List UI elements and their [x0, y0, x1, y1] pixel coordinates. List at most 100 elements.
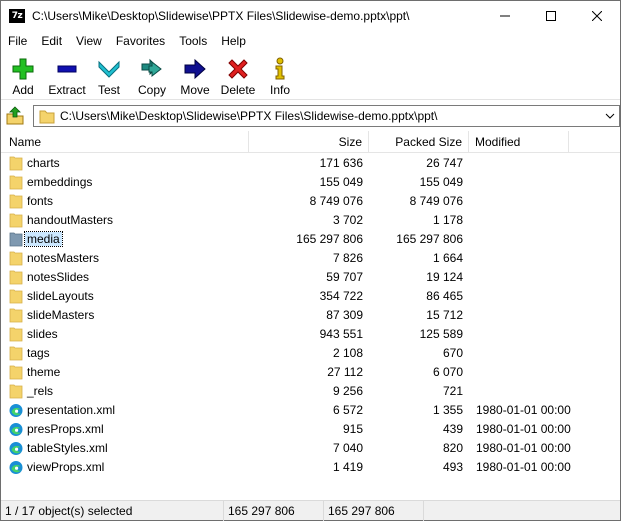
file-name: theme: [27, 365, 61, 379]
cell-size: 2 108: [332, 346, 363, 360]
folder-icon: [9, 289, 23, 304]
column-size[interactable]: Size: [249, 131, 369, 153]
maximize-button[interactable]: [528, 1, 574, 31]
info-button[interactable]: Info: [266, 55, 294, 99]
status-selection: 1 / 17 object(s) selected: [1, 501, 224, 521]
cell-packed-size: 15 712: [426, 308, 463, 322]
file-list[interactable]: Name Size Packed Size Modified charts 171…: [1, 131, 620, 498]
folder-icon: [9, 384, 23, 399]
cell-size: 3 702: [332, 213, 363, 227]
menu-file[interactable]: File: [1, 31, 34, 51]
column-modified[interactable]: Modified: [469, 131, 569, 153]
menu-edit[interactable]: Edit: [34, 31, 69, 51]
add-button[interactable]: Add: [7, 55, 39, 99]
table-row[interactable]: media 165 297 806 165 297 806: [1, 230, 620, 249]
folder-icon: [9, 346, 23, 361]
table-row[interactable]: tags 2 108 670: [1, 344, 620, 363]
cell-name: tableStyles.xml: [25, 439, 245, 458]
cell-size: 59 707: [326, 270, 363, 284]
cell-name: theme: [25, 363, 245, 382]
cell-size: 9 256: [332, 384, 363, 398]
table-row[interactable]: notesSlides 59 707 19 124: [1, 268, 620, 287]
edge-browser-icon: [9, 404, 23, 417]
check-chevron-icon: [98, 60, 120, 78]
column-packed-size[interactable]: Packed Size: [369, 131, 469, 153]
cell-name: embeddings: [25, 173, 245, 192]
up-folder-button[interactable]: [5, 106, 25, 126]
folder-icon: [9, 365, 23, 380]
file-name: embeddings: [27, 175, 93, 189]
cell-size: 354 722: [319, 289, 363, 303]
cell-packed-size: 86 465: [426, 289, 463, 303]
cell-modified: [476, 344, 616, 363]
column-name[interactable]: Name: [1, 131, 249, 153]
maximize-icon: [546, 11, 556, 21]
chevron-down-icon[interactable]: [605, 111, 615, 121]
cell-modified: [476, 268, 616, 287]
minimize-button[interactable]: [482, 1, 528, 31]
table-row[interactable]: embeddings 155 049 155 049: [1, 173, 620, 192]
table-row[interactable]: presProps.xml 915 439 1980-01-01 00:00: [1, 420, 620, 439]
add-label: Add: [12, 83, 34, 97]
title-bar[interactable]: 7z C:\Users\Mike\Desktop\Slidewise\PPTX …: [1, 1, 620, 31]
delete-label: Delete: [220, 83, 256, 97]
menu-tools[interactable]: Tools: [172, 31, 214, 51]
cell-size: 943 551: [319, 327, 363, 341]
cell-packed-size: 26 747: [426, 156, 463, 170]
move-button[interactable]: Move: [177, 55, 213, 99]
table-row[interactable]: tableStyles.xml 7 040 820 1980-01-01 00:00: [1, 439, 620, 458]
extract-button[interactable]: Extract: [45, 55, 89, 99]
menu-bar: File Edit View Favorites Tools Help: [1, 31, 620, 51]
cell-size: 7 826: [332, 251, 363, 265]
list-header: Name Size Packed Size Modified: [1, 131, 620, 153]
status-size: 165 297 806: [224, 501, 324, 521]
cell-modified: [476, 154, 616, 173]
file-name: _rels: [27, 384, 54, 398]
file-name: charts: [27, 156, 60, 170]
right-arrow-icon: [184, 58, 206, 80]
folder-icon: [9, 156, 23, 171]
table-row[interactable]: theme 27 112 6 070: [1, 363, 620, 382]
cell-packed-size: 6 070: [432, 365, 463, 379]
table-row[interactable]: charts 171 636 26 747: [1, 154, 620, 173]
folder-icon: [9, 175, 23, 190]
cell-packed-size: 19 124: [426, 270, 463, 284]
table-row[interactable]: slideLayouts 354 722 86 465: [1, 287, 620, 306]
edge-browser-icon: [9, 423, 23, 436]
file-name: slides: [27, 327, 58, 341]
cell-packed-size: 1 355: [432, 403, 463, 417]
cell-modified: [476, 230, 616, 249]
address-bar: C:\Users\Mike\Desktop\Slidewise\PPTX Fil…: [1, 104, 620, 128]
table-row[interactable]: fonts 8 749 076 8 749 076: [1, 192, 620, 211]
copy-button[interactable]: Copy: [135, 55, 169, 99]
delete-button[interactable]: Delete: [219, 55, 257, 99]
folder-up-icon: [6, 106, 24, 125]
cell-size: 915: [342, 422, 363, 436]
path-combobox[interactable]: C:\Users\Mike\Desktop\Slidewise\PPTX Fil…: [33, 105, 620, 127]
menu-favorites[interactable]: Favorites: [109, 31, 172, 51]
cell-size: 7 040: [332, 441, 363, 455]
edge-browser-icon: [9, 442, 23, 455]
cell-packed-size: 125 589: [419, 327, 463, 341]
close-button[interactable]: [574, 1, 620, 31]
folder-icon: [9, 213, 23, 228]
cell-name: media: [24, 230, 245, 249]
cell-packed-size: 8 749 076: [409, 194, 463, 208]
cell-modified: 1980-01-01 00:00: [476, 460, 571, 474]
folder-icon: [9, 308, 23, 323]
table-row[interactable]: _rels 9 256 721: [1, 382, 620, 401]
menu-help[interactable]: Help: [214, 31, 253, 51]
table-row[interactable]: presentation.xml 6 572 1 355 1980-01-01 00:…: [1, 401, 620, 420]
table-row[interactable]: notesMasters 7 826 1 664: [1, 249, 620, 268]
test-button[interactable]: Test: [94, 55, 124, 99]
cell-size: 87 309: [326, 308, 363, 322]
table-row[interactable]: slideMasters 87 309 15 712: [1, 306, 620, 325]
cell-name: slideLayouts: [25, 287, 245, 306]
cell-packed-size: 670: [442, 346, 463, 360]
menu-view[interactable]: View: [69, 31, 109, 51]
table-row[interactable]: slides 943 551 125 589: [1, 325, 620, 344]
table-row[interactable]: viewProps.xml 1 419 493 1980-01-01 00:00: [1, 458, 620, 477]
cell-name: charts: [25, 154, 245, 173]
cell-size: 171 636: [319, 156, 363, 170]
table-row[interactable]: handoutMasters 3 702 1 178: [1, 211, 620, 230]
